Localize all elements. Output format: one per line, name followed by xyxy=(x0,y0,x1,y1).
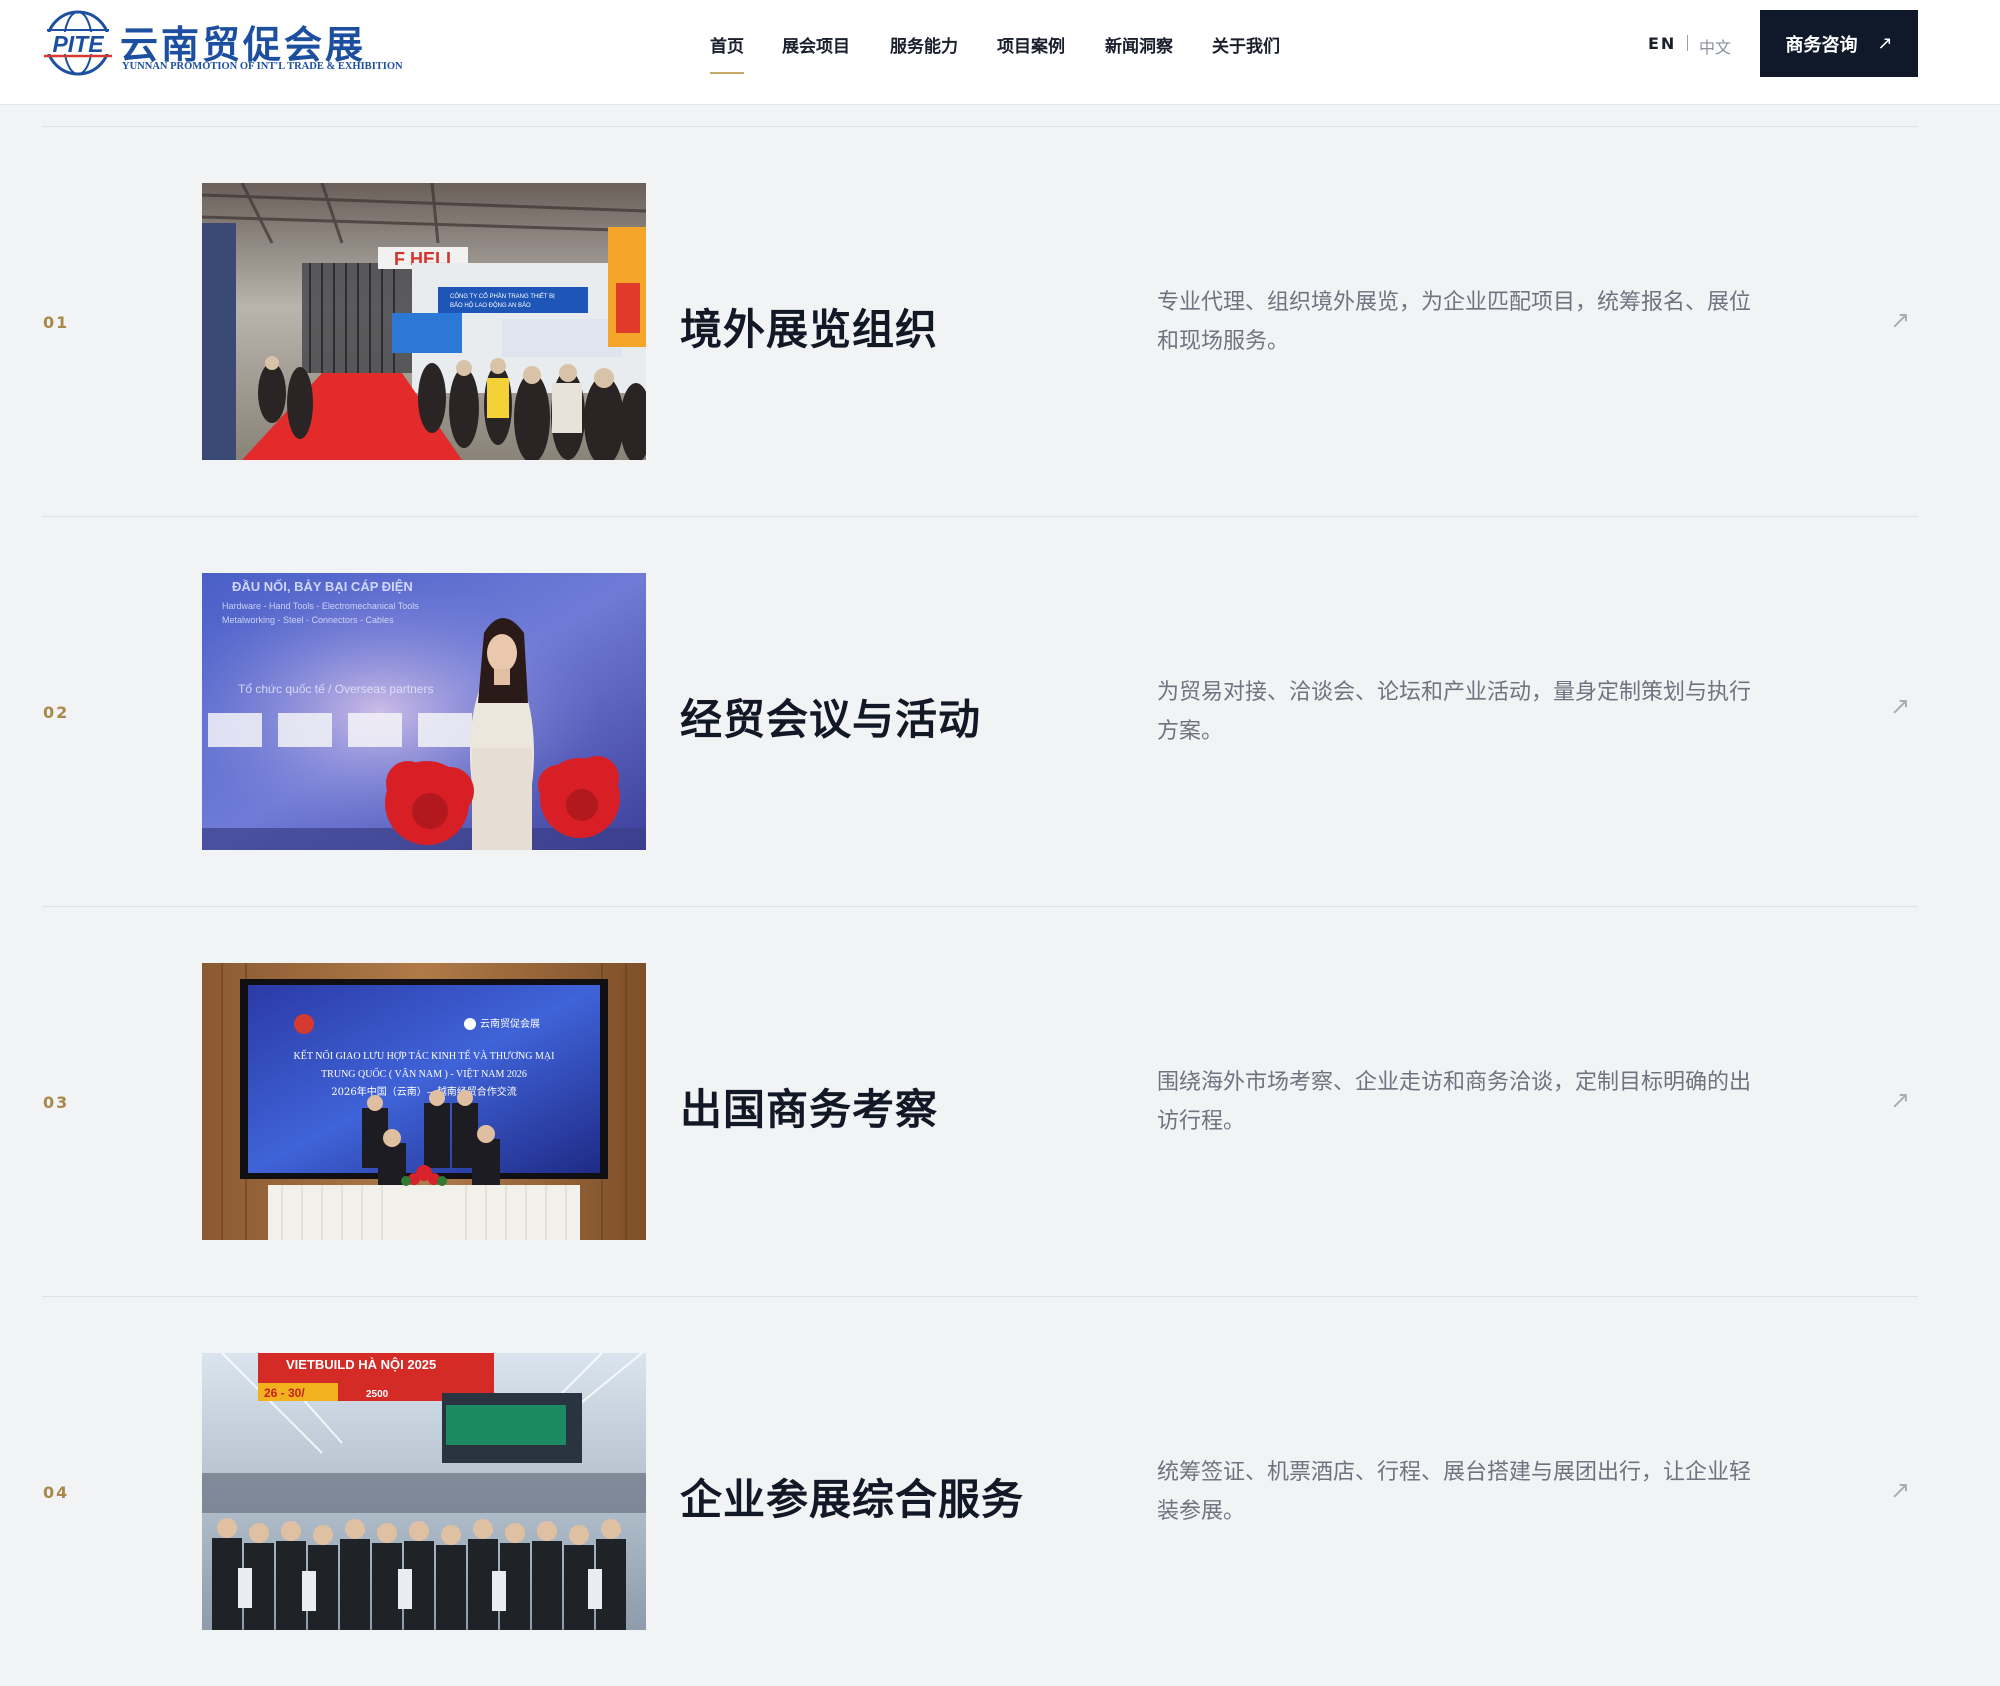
nav-item-services[interactable]: 服务能力 xyxy=(890,32,958,57)
row-number: 02 xyxy=(43,703,70,722)
row-number: 01 xyxy=(43,313,70,332)
site-header: PITE 云南贸促会展 YUNNAN PROMOTION OF INT'L TR… xyxy=(0,0,2000,105)
arrow-up-right-icon[interactable]: ↗ xyxy=(1890,1476,1910,1504)
row-number: 04 xyxy=(43,1483,70,1502)
logo-mark-text: PITE xyxy=(52,31,104,57)
service-title: 出国商务考察 xyxy=(680,1085,939,1134)
service-description: 为贸易对接、洽谈会、论坛和产业活动，量身定制策划与执行方案。 xyxy=(1157,680,1752,744)
nav-item-about[interactable]: 关于我们 xyxy=(1212,32,1280,57)
arrow-up-right-icon[interactable]: ↗ xyxy=(1890,692,1910,720)
conference-speaker-photo: ĐẦU NỐI, BẢY BẠI CÁP ĐIỆN Hardware - Han… xyxy=(202,573,646,850)
nav-item-cases[interactable]: 项目案例 xyxy=(997,32,1065,57)
signing-ceremony-photo: 云南贸促会展 KẾT NỐI GIAO LƯU HỢP TÁC KINH TẾ … xyxy=(202,963,646,1240)
cta-label: 商务咨询 xyxy=(1785,34,1858,56)
logo-name-en: YUNNAN PROMOTION OF INT'L TRADE & EXHIBI… xyxy=(122,61,403,72)
service-description: 专业代理、组织境外展览，为企业匹配项目，统筹报名、展位和现场服务。 xyxy=(1157,290,1752,354)
exhibition-hall-photo: F HELI CÔNG TY CỔ PHẦN TRANG THIẾT BỊ BẢ… xyxy=(202,183,646,460)
nav-item-exhibitions[interactable]: 展会项目 xyxy=(782,32,850,57)
service-title: 经贸会议与活动 xyxy=(680,695,982,744)
lang-switch-cn[interactable]: 中文 xyxy=(1699,34,1731,58)
arrow-up-right-icon[interactable]: ↗ xyxy=(1890,1086,1910,1114)
service-row-exhibitor-services[interactable]: 04 VIETBUILD HÀ NỘI 2025 26 - 30/ 2500 企… xyxy=(0,1296,2000,1686)
screen-line-2: TRUNG QUỐC ( VÂN NAM ) - VIỆT NAM 2026 xyxy=(321,1067,527,1080)
banner-date: 26 - 30/ xyxy=(264,1386,305,1400)
business-inquiry-button[interactable]: 商务咨询 ↗ xyxy=(1760,10,1918,77)
service-row-conference[interactable]: 02 ĐẦU NỐI, BẢY BẠI CÁP ĐIỆN Hardware - … xyxy=(0,516,2000,906)
backdrop-line-2: Metalworking - Steel - Connectors - Cabl… xyxy=(222,615,394,625)
screen-org-name: 云南贸促会展 xyxy=(480,1017,540,1030)
trade-fair-group-photo: VIETBUILD HÀ NỘI 2025 26 - 30/ 2500 xyxy=(202,1353,646,1630)
globe-logo-icon: PITE xyxy=(40,10,116,76)
booth-sign-line-2: BẢO HỘ LAO ĐỘNG AN BẢO xyxy=(450,302,531,309)
nav-item-home[interactable]: 首页 xyxy=(710,32,744,74)
screen-line-1: KẾT NỐI GIAO LƯU HỢP TÁC KINH TẾ VÀ THƯƠ… xyxy=(294,1049,555,1062)
nav-item-news[interactable]: 新闻洞察 xyxy=(1105,32,1173,57)
service-title: 境外展览组织 xyxy=(680,305,939,354)
arrow-up-right-icon: ↗ xyxy=(1877,33,1893,54)
service-row-exhibition[interactable]: 01 F HELI CÔNG TY CỔ PHẦN TRANG THIẾT BỊ… xyxy=(0,126,2000,516)
backdrop-line-1: Hardware - Hand Tools - Electromechanica… xyxy=(222,601,419,611)
service-row-business-tour[interactable]: 03 云南贸促会展 KẾT NỐI GIAO LƯU HỢP TÁC KINH … xyxy=(0,906,2000,1296)
backdrop-partners: Tổ chức quốc tế / Overseas partners xyxy=(238,682,433,696)
row-number: 03 xyxy=(43,1093,70,1112)
arrow-up-right-icon[interactable]: ↗ xyxy=(1890,306,1910,334)
lang-divider xyxy=(1687,35,1688,51)
booth-sign-line-1: CÔNG TY CỔ PHẦN TRANG THIẾT BỊ xyxy=(450,293,555,300)
screen-line-3: 2026年中国（云南）—越南经贸合作交流 xyxy=(331,1085,516,1098)
banner-booths: 2500 xyxy=(366,1389,389,1400)
site-logo[interactable]: PITE 云南贸促会展 YUNNAN PROMOTION OF INT'L TR… xyxy=(40,10,403,80)
banner-title: VIETBUILD HÀ NỘI 2025 xyxy=(286,1357,436,1372)
service-description: 统筹签证、机票酒店、行程、展台搭建与展团出行，让企业轻装参展。 xyxy=(1157,1460,1752,1524)
backdrop-title: ĐẦU NỐI, BẢY BẠI CÁP ĐIỆN xyxy=(232,579,413,594)
lang-switch-en[interactable]: EN xyxy=(1648,34,1676,53)
service-description: 围绕海外市场考察、企业走访和商务洽谈，定制目标明确的出访行程。 xyxy=(1157,1070,1752,1134)
